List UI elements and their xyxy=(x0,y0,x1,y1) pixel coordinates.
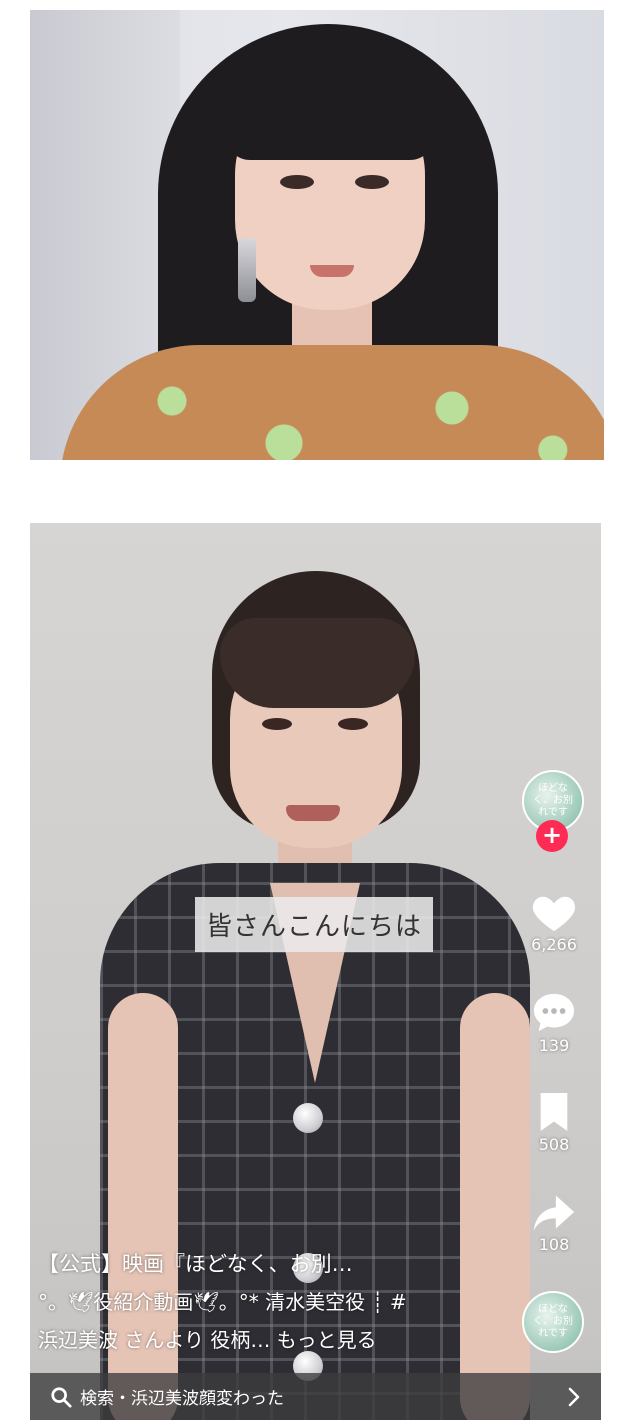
photo-eye-left xyxy=(280,175,314,189)
avatar-label: ほどなく、お別れです xyxy=(533,783,573,818)
chevron-right-icon xyxy=(568,1387,580,1406)
like-count: 6,266 xyxy=(531,935,577,954)
search-suggestion-text: 検索・浜辺美波顔変わった xyxy=(80,1389,284,1409)
related-search-bar[interactable]: 検索・浜辺美波顔変わった xyxy=(30,1373,601,1420)
photo-eye-right xyxy=(355,175,389,189)
video-caption[interactable]: 【公式】映画『ほどなく、お別… °。🕊役紹介動画🕊。°* 清水美空役 ┊ # 浜… xyxy=(38,1245,478,1359)
video-subtitle: 皆さんこんにちは xyxy=(195,897,433,952)
heart-icon xyxy=(532,896,576,932)
portrait-photo xyxy=(30,10,604,460)
follow-button[interactable]: + xyxy=(536,820,568,852)
music-disc[interactable]: ほどなく、お別れです xyxy=(522,1291,584,1353)
photo-mouth xyxy=(310,265,354,277)
photo-floral-dress xyxy=(60,345,604,460)
caption-line-2: °。🕊役紹介動画🕊。°* 清水美空役 ┊ # xyxy=(38,1290,407,1314)
share-count: 108 xyxy=(538,1235,570,1254)
like-button[interactable]: 6,266 xyxy=(524,891,584,954)
caption-title: 【公式】映画『ほどなく、お別… xyxy=(38,1252,353,1276)
share-button[interactable]: 108 xyxy=(524,1191,584,1254)
video-bangs xyxy=(220,618,415,708)
search-icon xyxy=(51,1386,72,1408)
comment-icon xyxy=(533,993,575,1032)
save-count: 508 xyxy=(538,1135,570,1154)
caption-line-3[interactable]: 浜辺美波 さんより 役柄… もっと見る xyxy=(38,1321,478,1359)
video-eye-right xyxy=(338,718,368,730)
video-player[interactable]: 皆さんこんにちは ほどなく、お別れです + 6,266 139 508 108 xyxy=(30,523,601,1420)
bookmark-icon xyxy=(540,1093,568,1131)
comment-button[interactable]: 139 xyxy=(524,990,584,1055)
video-mouth xyxy=(286,805,340,821)
share-arrow-icon xyxy=(533,1195,575,1231)
save-button[interactable]: 508 xyxy=(524,1091,584,1154)
video-vest-button xyxy=(293,1103,323,1133)
music-disc-label: ほどなく、お別れです xyxy=(533,1304,573,1339)
photo-earring xyxy=(238,238,256,302)
comment-count: 139 xyxy=(538,1036,570,1055)
video-eye-left xyxy=(262,718,292,730)
